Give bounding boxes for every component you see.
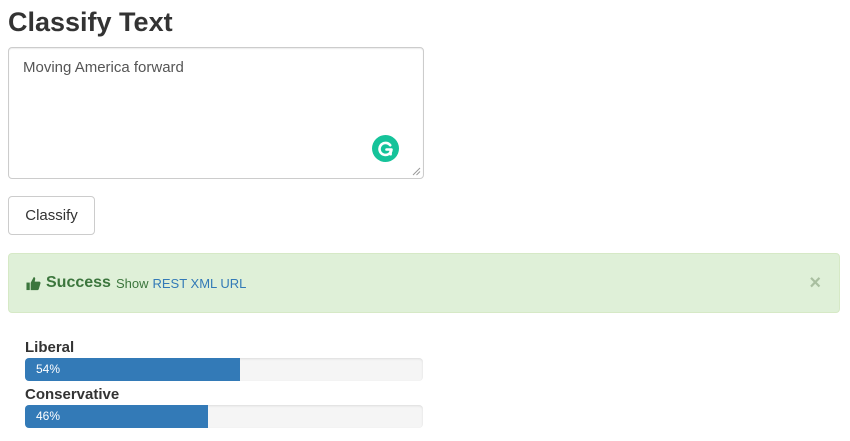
grammarly-g-glyph (378, 141, 393, 157)
resize-handle-icon[interactable] (412, 167, 421, 176)
classify-button[interactable]: Classify (8, 196, 95, 235)
grammarly-icon[interactable] (372, 135, 399, 162)
text-input[interactable] (8, 47, 424, 179)
close-icon[interactable]: × (809, 273, 821, 293)
progress-track-liberal: 54% (25, 358, 423, 381)
alert-status: Success (46, 274, 111, 291)
result-label-liberal: Liberal (25, 339, 75, 356)
progress-track-conservative: 46% (25, 405, 423, 428)
page-title: Classify Text (8, 7, 173, 37)
progress-bar-liberal: 54% (25, 358, 240, 381)
progress-bar-conservative: 46% (25, 405, 209, 428)
thumbs-up-icon (26, 276, 41, 290)
classification-results: Liberal 54% Conservative 46% (25, 338, 423, 432)
success-alert: Success Show REST XML URL × (8, 253, 840, 313)
text-input-wrapper (8, 47, 424, 179)
rest-xml-url-link[interactable]: REST XML URL (152, 276, 246, 291)
result-label-conservative: Conservative (25, 386, 120, 403)
alert-show-label: Show (115, 275, 149, 291)
